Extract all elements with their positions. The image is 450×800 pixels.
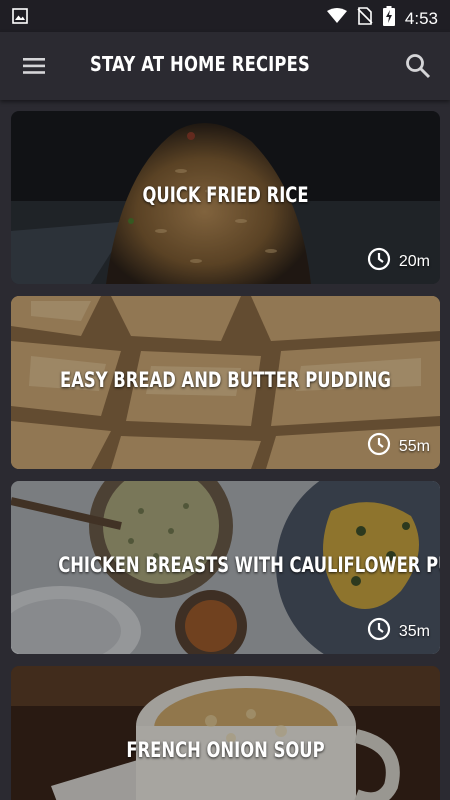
recipe-duration: 20m — [367, 247, 430, 276]
recipe-title: EASY BREAD AND BUTTER PUDDING — [60, 368, 391, 392]
page-title: STAY AT HOME RECIPES — [90, 52, 310, 76]
status-time: 4:53 — [404, 8, 438, 28]
gallery-notification-icon — [12, 8, 28, 29]
clock-icon — [367, 247, 391, 276]
wifi-icon — [326, 8, 347, 29]
search-icon[interactable] — [404, 52, 432, 80]
battery-charging-icon — [382, 6, 395, 31]
recipe-card-french-onion-soup[interactable]: FRENCH ONION SOUP — [11, 666, 440, 800]
recipe-duration: 35m — [367, 617, 430, 646]
app-toolbar: STAY AT HOME RECIPES — [0, 32, 450, 100]
clock-icon — [367, 432, 391, 461]
clock-icon — [367, 617, 391, 646]
hamburger-menu-icon[interactable] — [22, 54, 48, 78]
recipe-list[interactable]: QUICK FRIED RICE 20m EASY BREAD AND BUTT… — [0, 100, 450, 800]
status-bar: 4:53 — [0, 0, 450, 32]
recipe-card-bread-pudding[interactable]: EASY BREAD AND BUTTER PUDDING 55m — [11, 296, 440, 469]
no-sim-icon — [357, 7, 373, 30]
recipe-card-chicken-breasts[interactable]: CHICKEN BREASTS WITH CAULIFLOWER PUREE 3… — [11, 481, 440, 654]
recipe-time: 35m — [398, 622, 430, 640]
recipe-time: 55m — [398, 437, 430, 455]
recipe-title: FRENCH ONION SOUP — [126, 738, 325, 762]
recipe-title: CHICKEN BREASTS WITH CAULIFLOWER PUREE — [58, 553, 440, 577]
recipe-time: 20m — [398, 252, 430, 270]
recipe-title: QUICK FRIED RICE — [142, 183, 309, 207]
recipe-card-quick-fried-rice[interactable]: QUICK FRIED RICE 20m — [11, 111, 440, 284]
recipe-duration: 55m — [367, 432, 430, 461]
